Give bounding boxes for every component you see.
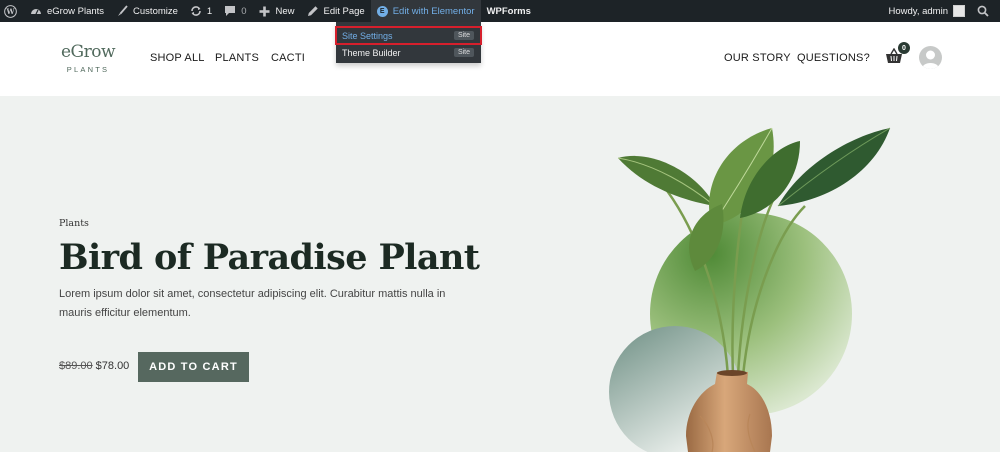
dashboard-icon	[30, 5, 42, 17]
sale-price: $78.00	[95, 360, 130, 372]
plant-illustration	[600, 96, 900, 452]
paintbrush-icon	[116, 5, 128, 17]
wpforms-link[interactable]: WPForms	[481, 0, 537, 22]
hero-section: Plants Bird of Paradise Plant Lorem ipsu…	[0, 96, 1000, 452]
new-label: New	[275, 5, 295, 17]
theme-builder-label: Theme Builder	[342, 47, 401, 58]
my-account-link[interactable]: Howdy, admin	[883, 0, 972, 22]
edit-page-link[interactable]: Edit Page	[301, 0, 371, 22]
logo-sub-text: PLANTS	[66, 65, 110, 74]
updates-count: 1	[206, 5, 213, 17]
site-name-link[interactable]: eGrow Plants	[24, 0, 110, 22]
elementor-icon: E	[376, 5, 388, 17]
nav-our-story[interactable]: OUR STORY	[724, 52, 791, 64]
edit-page-label: Edit Page	[323, 5, 365, 17]
howdy-label: Howdy, admin	[888, 5, 949, 17]
user-avatar-icon[interactable]	[919, 46, 942, 69]
admin-search-button[interactable]	[971, 0, 1000, 22]
admin-avatar-icon	[953, 5, 965, 17]
product-category[interactable]: Plants	[59, 218, 89, 229]
nav-shop-all[interactable]: SHOP ALL	[150, 52, 205, 64]
nav-questions[interactable]: QUESTIONS?	[797, 52, 870, 64]
site-header: eGrow PLANTS SHOP ALL PLANTS CACTI OUR S…	[0, 22, 1000, 96]
comments-link[interactable]: 0	[218, 0, 252, 22]
site-settings-badge: Site	[453, 31, 474, 40]
search-icon	[977, 5, 989, 17]
nav-plants[interactable]: PLANTS	[215, 52, 259, 64]
plus-icon	[259, 5, 271, 17]
customize-label: Customize	[133, 5, 178, 17]
logo-main-text: eGrow	[60, 42, 116, 62]
comments-count: 0	[241, 5, 247, 17]
svg-text:W: W	[5, 7, 15, 16]
new-content-link[interactable]: New	[253, 0, 301, 22]
wpforms-label: WPForms	[486, 5, 531, 17]
site-settings-label: Site Settings	[342, 30, 393, 41]
updates-icon	[190, 5, 202, 17]
product-description: Lorem ipsum dolor sit amet, consectetur …	[59, 288, 446, 319]
wp-admin-bar: W eGrow Plants Customize 1 0 New Edit Pa…	[0, 0, 1000, 22]
menu-item-theme-builder[interactable]: Theme Builder Site	[336, 44, 481, 61]
site-name-label: eGrow Plants	[47, 5, 105, 17]
cart-count-badge: 0	[898, 42, 910, 54]
edit-elementor-label: Edit with Elementor	[392, 5, 475, 17]
updates-link[interactable]: 1	[184, 0, 218, 22]
menu-item-site-settings[interactable]: Site Settings Site	[335, 26, 482, 45]
customize-link[interactable]: Customize	[110, 0, 184, 22]
elementor-dropdown-menu: Site Settings Site Theme Builder Site	[335, 22, 482, 63]
nav-cacti[interactable]: CACTI	[271, 52, 305, 64]
pencil-icon	[307, 5, 319, 17]
comment-icon	[224, 5, 236, 17]
site-logo[interactable]: eGrow PLANTS	[59, 42, 117, 74]
product-price: $89.00 $78.00	[59, 360, 129, 372]
old-price: $89.00	[59, 360, 93, 372]
wordpress-logo-icon[interactable]: W	[0, 0, 24, 22]
add-to-cart-button[interactable]: ADD TO CART	[138, 352, 249, 382]
product-title: Bird of Paradise Plant	[59, 237, 480, 278]
theme-builder-badge: Site	[453, 48, 474, 57]
edit-with-elementor-link[interactable]: E Edit with Elementor	[370, 0, 481, 22]
